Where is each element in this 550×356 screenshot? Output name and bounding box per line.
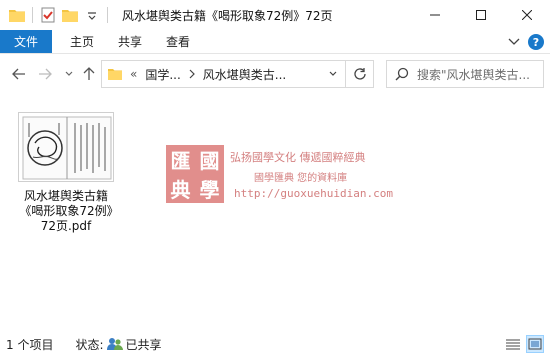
search-placeholder: 搜索"风水堪舆类古... <box>417 67 530 82</box>
details-view-icon[interactable] <box>504 335 522 353</box>
navigation-bar: « 国学... 风水堪舆类古... 搜索"风水堪舆类古... <box>0 54 550 94</box>
refresh-button[interactable] <box>346 60 374 88</box>
help-icon[interactable]: ? <box>528 34 544 50</box>
view-toggle <box>504 335 544 353</box>
seal-char: 典 <box>170 178 191 202</box>
window-title: 风水堪舆类古籍《喝形取象72例》72页 <box>122 8 333 23</box>
customize-toolbar-icon[interactable] <box>81 4 103 26</box>
expand-ribbon-icon[interactable] <box>508 35 520 49</box>
minimize-button[interactable] <box>412 0 458 30</box>
file-name[interactable]: 风水堪舆类古籍《喝形取象72例》72页.pdf <box>18 189 114 234</box>
close-button[interactable] <box>504 0 550 30</box>
back-arrow-icon[interactable] <box>10 65 28 83</box>
address-dropdown-icon[interactable] <box>329 71 337 77</box>
watermark-slogan: 弘扬國學文化 傳遞國粹經典 <box>230 151 366 164</box>
breadcrumb-item[interactable]: 风水堪舆类古... <box>203 66 286 83</box>
folder-icon[interactable] <box>6 4 28 26</box>
seal-char: 匯 <box>170 149 191 173</box>
up-arrow-icon[interactable] <box>80 65 98 83</box>
folder-icon <box>108 68 122 80</box>
shared-status: 已共享 <box>125 337 162 352</box>
separator <box>32 7 33 23</box>
tab-share[interactable]: 共享 <box>106 30 154 53</box>
chevron-right-icon[interactable] <box>189 69 195 79</box>
search-input[interactable]: 搜索"风水堪舆类古... <box>386 60 544 88</box>
window-controls <box>412 0 550 30</box>
watermark: 匯 國 典 學 弘扬國學文化 傳遞國粹經典 國學匯典 您的資料庫 http://… <box>166 143 396 207</box>
status-label: 状态: <box>75 337 104 352</box>
watermark-url: http://guoxuehuidian.com <box>234 187 393 200</box>
separator <box>107 7 108 23</box>
large-icons-view-icon[interactable] <box>526 335 544 353</box>
status-bar: 1 个项目 状态: 已共享 <box>0 332 550 356</box>
book-page-thumbnail-icon <box>22 116 112 180</box>
file-item[interactable]: 风水堪舆类古籍《喝形取象72例》72页.pdf <box>18 112 114 234</box>
overflow-crumbs[interactable]: « <box>130 67 137 81</box>
file-list-pane[interactable]: 风水堪舆类古籍《喝形取象72例》72页.pdf 匯 國 典 學 弘扬國學文化 傳… <box>0 94 550 332</box>
properties-icon[interactable] <box>37 4 59 26</box>
tab-file[interactable]: 文件 <box>0 30 52 53</box>
item-count: 1 个项目 <box>6 337 54 352</box>
forward-arrow-icon[interactable] <box>36 65 54 83</box>
breadcrumb-item[interactable]: 国学... <box>145 66 180 83</box>
watermark-subtitle: 國學匯典 您的資料庫 <box>254 173 348 184</box>
address-bar[interactable]: « 国学... 风水堪舆类古... <box>101 60 346 88</box>
new-folder-icon[interactable] <box>59 4 81 26</box>
seal-char: 國 <box>199 149 220 173</box>
maximize-button[interactable] <box>458 0 504 30</box>
refresh-icon <box>353 68 366 80</box>
search-icon <box>395 67 409 81</box>
title-bar: 风水堪舆类古籍《喝形取象72例》72页 <box>0 0 550 30</box>
quick-access-toolbar <box>0 0 112 30</box>
seal-logo: 匯 國 典 學 <box>166 145 224 203</box>
tab-home[interactable]: 主页 <box>58 30 106 53</box>
shared-users-icon <box>106 337 123 351</box>
seal-char: 學 <box>199 178 220 202</box>
ribbon-tabs: 文件 主页 共享 查看 ? <box>0 30 550 54</box>
pdf-thumbnail <box>18 112 114 182</box>
tab-view[interactable]: 查看 <box>154 30 202 53</box>
recent-locations-icon[interactable] <box>60 65 78 83</box>
